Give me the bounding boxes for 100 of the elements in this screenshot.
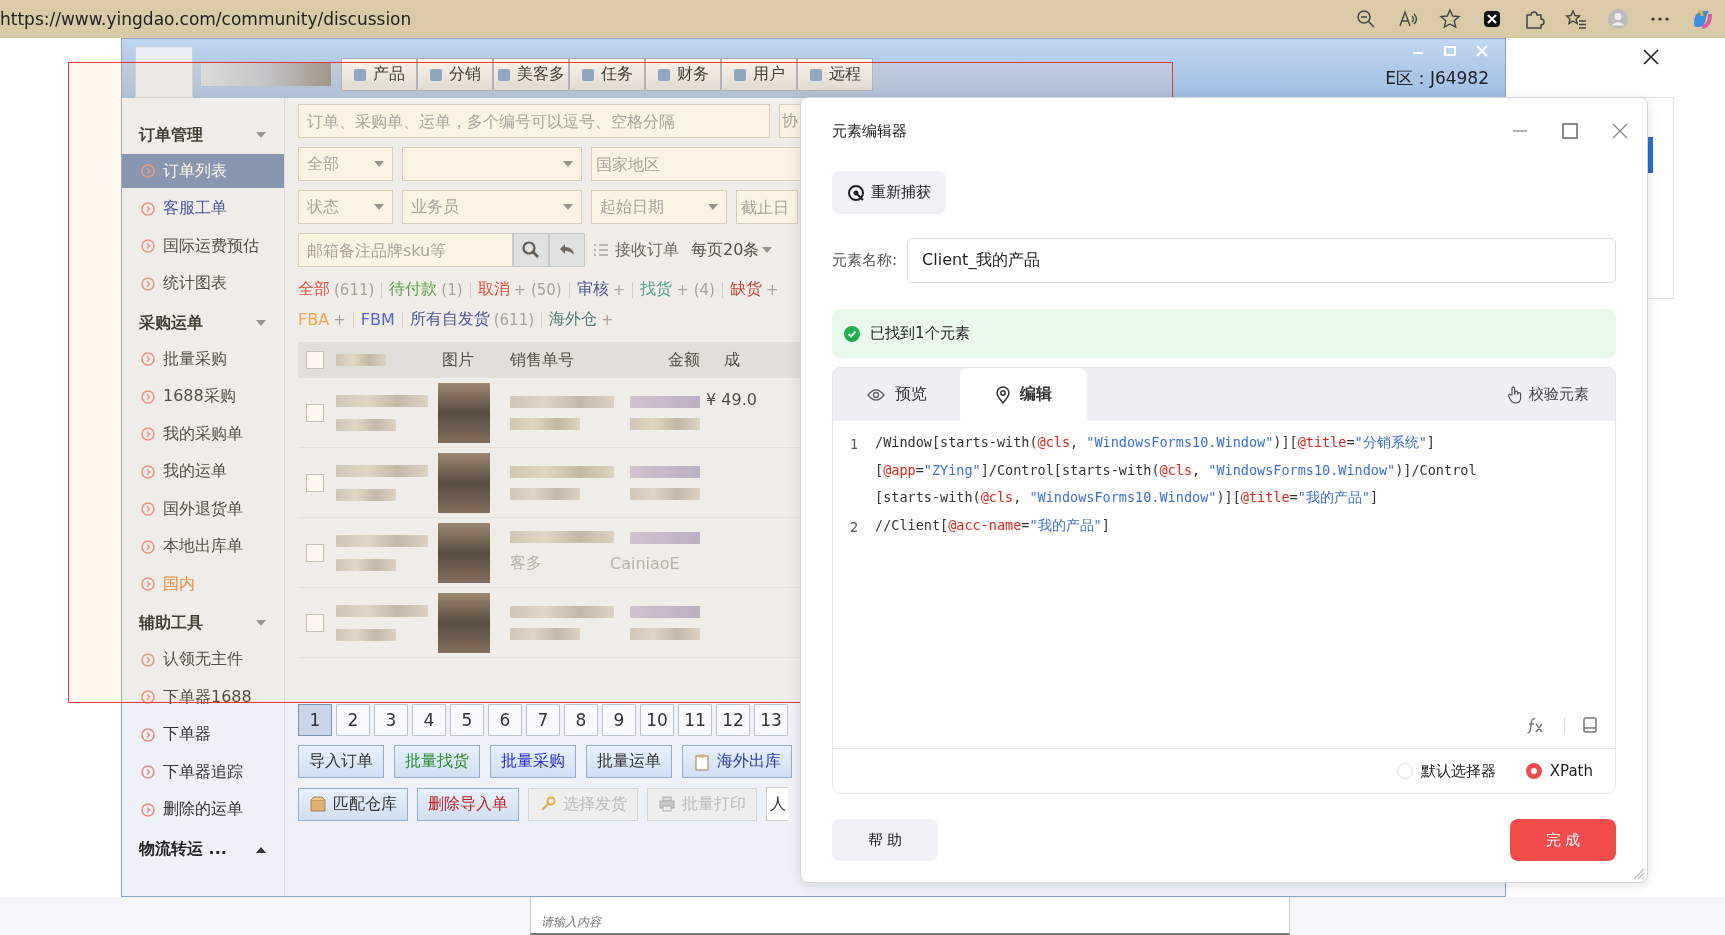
caret-up-icon[interactable] [256,845,266,853]
action-button[interactable]: 匹配仓库 [298,787,408,821]
filter-link[interactable]: 缺货 + [729,279,779,300]
sidebar-item[interactable]: 批量采购 [122,342,284,376]
action-button[interactable]: 海外出库 [682,745,792,778]
caret-down-icon[interactable] [563,160,573,168]
receive-orders-link[interactable]: 接收订单 [615,239,679,261]
page-button[interactable]: 7 [526,704,560,736]
menu-tab[interactable]: 美客多 [493,58,569,91]
maximize-icon[interactable] [1441,43,1459,59]
panel-tab[interactable]: 预览 [833,368,960,421]
group-title[interactable]: 辅助工具 [139,613,203,634]
group-title[interactable]: 订单管理 [139,124,203,146]
sidebar-item[interactable]: 下单器追踪 [122,755,284,789]
caret-down-icon[interactable] [374,160,384,168]
page-button[interactable]: 3 [374,704,408,736]
search-button[interactable] [513,233,549,267]
checkbox[interactable] [306,543,324,562]
input-field[interactable]: 请输入内容 [530,897,1290,935]
checkbox[interactable] [306,473,324,492]
caret-down-icon[interactable] [256,319,266,327]
sidebar-item[interactable]: 统计图表 [122,266,284,301]
sidebar-item[interactable]: 国际运费预估 [122,229,284,263]
radio-option[interactable]: 默认选择器 [1390,760,1502,782]
action-button[interactable]: 删除导入单 [417,787,519,821]
page-button[interactable]: 9 [602,704,636,736]
menu-tab[interactable]: 用户 [721,58,797,91]
page-button[interactable]: 6 [488,704,522,736]
page-button[interactable]: 13 [754,704,788,736]
checkbox[interactable] [306,613,324,632]
sidebar-item[interactable]: 我的运单 [122,454,284,489]
input-field[interactable]: 国家地区 [591,147,801,181]
caret-down-icon[interactable] [256,620,266,627]
extension-icon[interactable] [1481,8,1503,30]
favorites-icon[interactable] [1565,8,1587,30]
page-button[interactable]: 4 [412,704,446,736]
radio-option[interactable]: XPath [1519,761,1599,781]
column-header[interactable]: 销售单号 [510,349,620,371]
help-button[interactable]: 帮 助 [832,819,938,861]
checkbox[interactable] [306,403,324,422]
page-button[interactable]: 8 [564,704,598,736]
resize-grip-icon[interactable] [1631,866,1645,880]
action-button[interactable]: 批量找货 [394,745,480,778]
sidebar-item[interactable]: 客服工单 [122,191,284,226]
star-icon[interactable] [1439,8,1461,30]
page-button[interactable]: 10 [640,704,674,736]
book-icon[interactable] [1581,716,1599,734]
column-header[interactable]: 成 [724,349,740,371]
page-button[interactable]: 2 [336,704,370,736]
action-button[interactable]: 批量采购 [490,745,576,778]
panel-tab[interactable]: 编辑 [960,368,1087,421]
filter-link[interactable]: 审核 + [576,279,626,300]
checkbox[interactable] [306,351,324,369]
menu-tab[interactable]: 任务 [569,58,645,91]
dropdown[interactable] [402,147,582,181]
recapture-button[interactable]: 重新捕获 [832,171,946,214]
input-field[interactable]: 人 [766,787,788,821]
page-button[interactable]: 5 [450,704,484,736]
search-field[interactable]: 订单、采购单、运单，多个编号可以逗号、空格分隔 [298,104,771,138]
element-name-field[interactable]: Client_我的产品 [907,238,1616,283]
menu-tab[interactable]: 产品 [341,58,417,91]
page-button[interactable]: 11 [678,704,712,736]
copilot-icon[interactable] [1691,8,1713,30]
caret-down-icon[interactable] [563,203,573,211]
filter-link[interactable]: 所有自发货 (611) [409,309,535,330]
sidebar-item[interactable]: 认领无主件 [122,642,284,677]
sidebar-item[interactable]: 本地出库单 [122,529,284,564]
profile-icon[interactable] [1607,8,1629,30]
verify-element-button[interactable]: 校验元素 [1501,384,1595,405]
sidebar-item[interactable]: 删除的运单 [122,792,284,827]
menu-tab[interactable]: 分销 [417,58,493,91]
puzzle-icon[interactable] [1523,8,1545,30]
group-title[interactable]: 采购运单 [139,312,203,334]
input-field[interactable]: 截止日 [736,190,798,224]
filter-link[interactable]: FBM [360,310,395,329]
menu-tab[interactable]: 财务 [645,58,721,91]
keyword-field[interactable]: 邮箱备注品牌sku等 [298,233,513,267]
radio-button[interactable] [1525,763,1542,779]
sidebar-item[interactable]: 国外退货单 [122,492,284,526]
caret-down-icon[interactable] [374,203,384,211]
sidebar-item[interactable]: 1688采购 [122,379,284,414]
page-button[interactable]: 12 [716,704,750,736]
sidebar-item[interactable]: 我的采购单 [122,417,284,451]
action-button[interactable]: 导入订单 [298,745,384,778]
undo-button[interactable] [549,233,585,267]
page-size-dropdown[interactable]: 每页20条 [691,239,773,261]
done-button[interactable]: 完 成 [1510,819,1616,861]
action-button[interactable]: 批量运单 [586,745,672,778]
menu-tab[interactable]: 远程 [797,58,873,91]
caret-down-icon[interactable] [256,131,266,139]
group-title[interactable]: 物流转运 ... [139,838,227,860]
column-header[interactable]: 金额 [620,349,700,371]
page-button[interactable]: 1 [298,704,332,736]
column-header[interactable]: 图片 [442,349,498,371]
caret-down-icon[interactable] [762,246,773,254]
zoom-out-icon[interactable] [1355,8,1377,30]
address-bar-url[interactable]: https://www.yingdao.com/community/discussion [0,9,412,29]
caret-down-icon[interactable] [708,203,718,211]
filter-link[interactable]: 海外仓 + [549,309,614,330]
maximize-icon[interactable] [1560,121,1580,141]
